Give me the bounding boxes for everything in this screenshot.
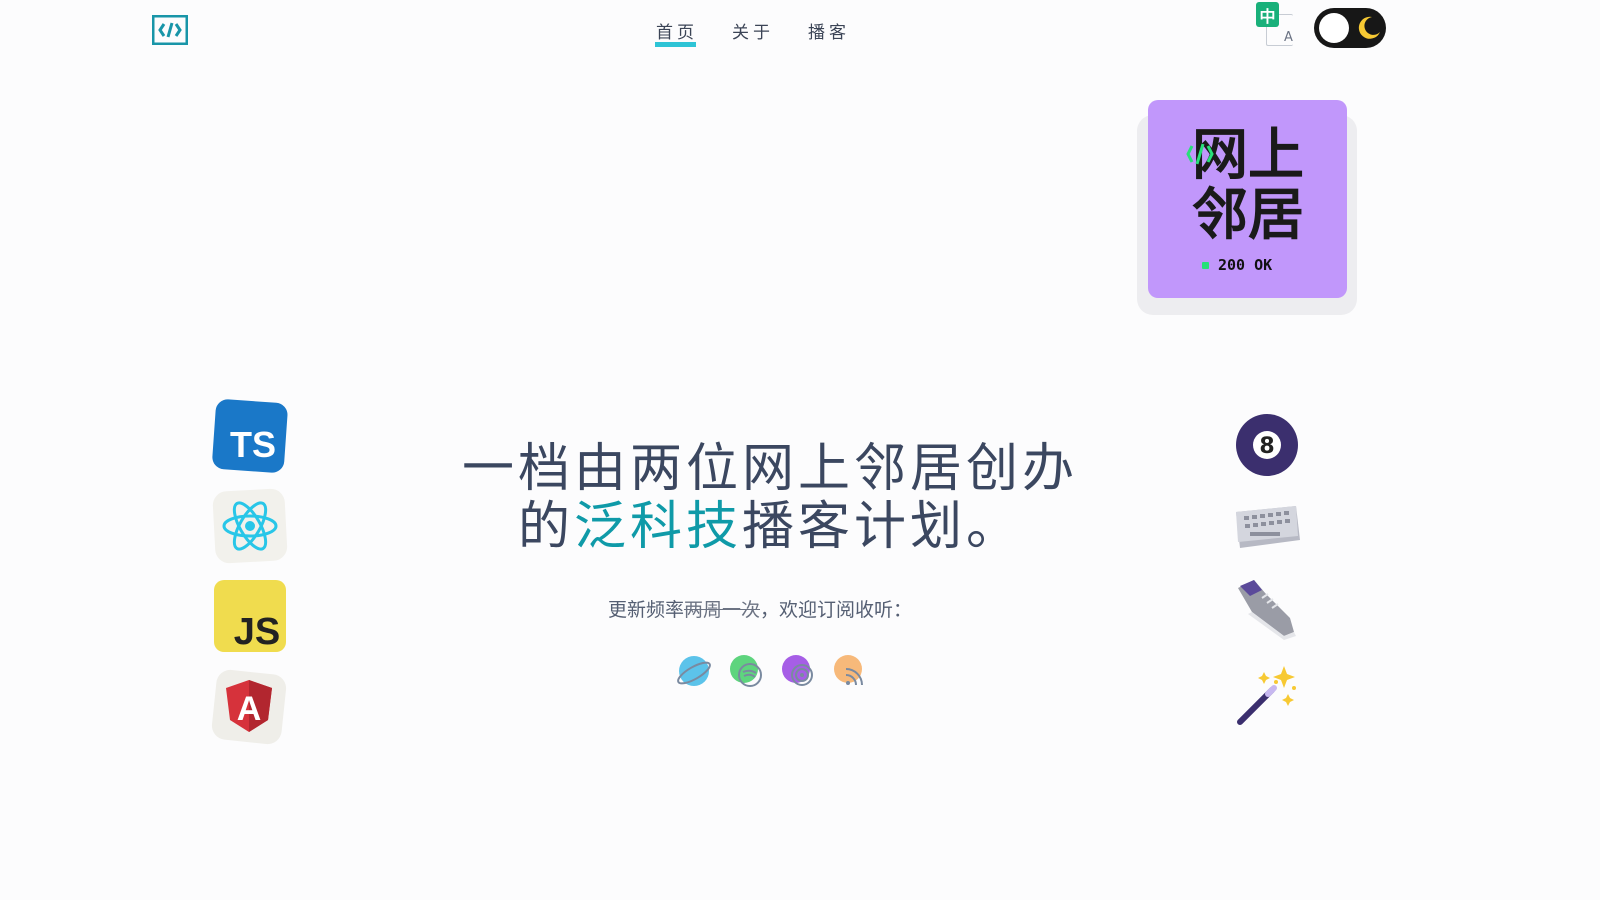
badge-logo-text: 网上 邻居 — [1186, 123, 1304, 242]
eight-ball-icon: 8 — [1232, 410, 1302, 480]
badge-title-line2: 邻居 — [1192, 183, 1304, 242]
theme-knob — [1319, 13, 1349, 43]
sub-prefix: 更新频率 — [607, 599, 684, 621]
main-nav: 首页 关于 播客 — [655, 18, 850, 47]
sub-suffix: ，欢迎订阅收听： — [760, 599, 913, 621]
svg-text:8: 8 — [1259, 434, 1274, 459]
rss-icon[interactable] — [832, 653, 868, 689]
site-logo[interactable] — [151, 14, 189, 46]
headline-part1: 一档由两位网上邻居创办 — [461, 439, 1078, 499]
apple-podcasts-icon[interactable] — [676, 653, 712, 689]
nav-about[interactable]: 关于 — [732, 18, 774, 47]
svg-text:JS: JS — [234, 611, 280, 653]
typescript-icon: TS — [212, 397, 288, 473]
status-dot — [1202, 261, 1209, 269]
headline-part3: 播客计划。 — [742, 497, 1023, 557]
theme-toggle[interactable] — [1314, 8, 1386, 48]
language-toggle[interactable]: 中 A — [1256, 2, 1298, 48]
angular-icon: A — [210, 668, 287, 745]
magic-wand-icon — [1232, 660, 1302, 730]
svg-text:A: A — [237, 690, 262, 728]
podcast-icon[interactable] — [780, 653, 816, 689]
keyboard-icon — [1232, 500, 1302, 554]
badge-status: 200 OK — [1202, 256, 1272, 274]
sneaker-icon — [1232, 572, 1302, 642]
lang-zh-label: 中 — [1256, 2, 1279, 27]
svg-text:TS: TS — [230, 424, 276, 465]
headline-highlight: 泛科技 — [573, 497, 742, 557]
spotify-icon[interactable] — [728, 653, 764, 689]
lang-en-label: A — [1284, 30, 1293, 45]
hero-headline: 一档由两位网上邻居创办 的泛科技播客计划。 — [430, 440, 1110, 556]
nav-home[interactable]: 首页 — [655, 18, 698, 47]
update-frequency: 更新频率两周一次，欢迎订阅收听： — [560, 595, 960, 622]
badge-title-line1: 网上 — [1192, 123, 1304, 188]
subscribe-platforms — [676, 653, 868, 689]
javascript-icon: JS — [212, 578, 288, 654]
moon-icon — [1358, 16, 1380, 39]
sub-strike: 两周一次 — [683, 599, 760, 621]
react-icon — [212, 488, 288, 564]
badge-card: 网上 邻居 200 OK — [1148, 100, 1347, 298]
nav-podcast[interactable]: 播客 — [808, 18, 850, 47]
headline-part2: 的 — [517, 497, 574, 557]
status-text: 200 OK — [1218, 256, 1273, 274]
